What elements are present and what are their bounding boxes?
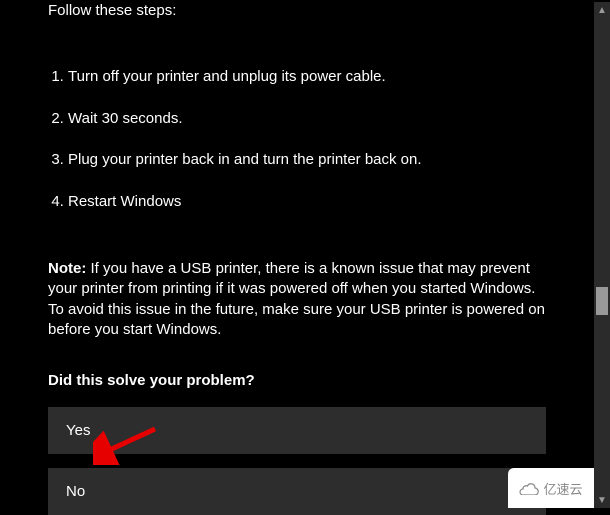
step-item: Restart Windows bbox=[68, 192, 546, 212]
step-item: Plug your printer back in and turn the p… bbox=[68, 150, 546, 170]
cloud-icon bbox=[519, 481, 539, 495]
no-button[interactable]: No bbox=[48, 468, 546, 515]
note-label: Note: bbox=[48, 260, 86, 277]
yes-button[interactable]: Yes bbox=[48, 407, 546, 454]
note-text: Note: If you have a USB printer, there i… bbox=[48, 259, 546, 340]
note-body: If you have a USB printer, there is a kn… bbox=[48, 260, 545, 338]
step-item: Wait 30 seconds. bbox=[68, 109, 546, 129]
scrollbar-up-icon[interactable]: ▲ bbox=[594, 2, 610, 18]
troubleshooter-content: Follow these steps: Turn off your printe… bbox=[0, 2, 594, 515]
scrollbar-track[interactable]: ▲ ▼ bbox=[594, 2, 610, 508]
question-text: Did this solve your problem? bbox=[48, 372, 546, 389]
steps-list: Turn off your printer and unplug its pow… bbox=[48, 67, 546, 211]
step-item: Turn off your printer and unplug its pow… bbox=[68, 67, 546, 87]
watermark: 亿速云 bbox=[508, 468, 594, 508]
intro-text: Follow these steps: bbox=[48, 2, 546, 19]
watermark-text: 亿速云 bbox=[543, 479, 582, 498]
scrollbar-thumb[interactable] bbox=[596, 287, 608, 315]
